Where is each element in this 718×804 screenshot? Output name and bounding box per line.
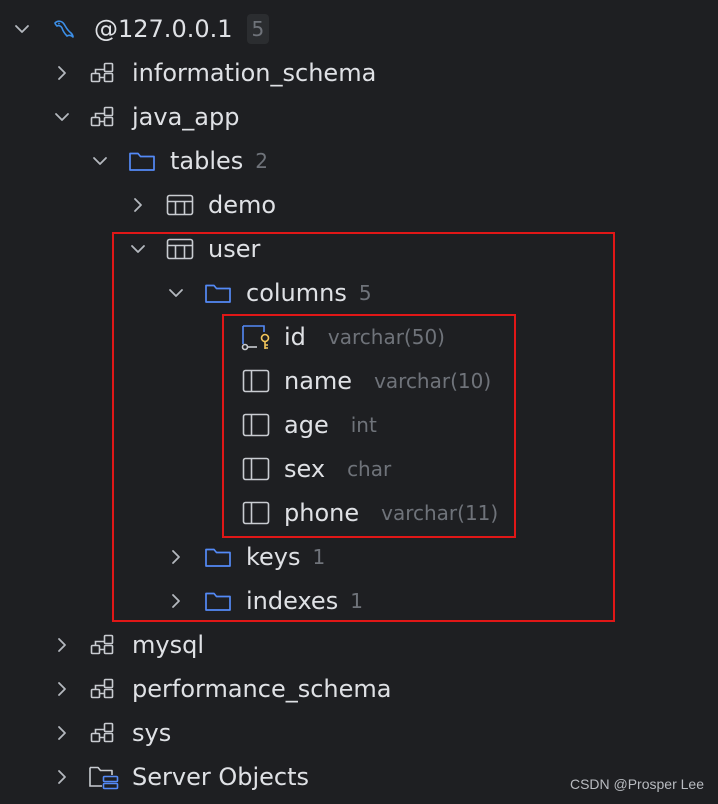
- folder-icon: [129, 152, 155, 171]
- schema-count-badge: 5: [246, 14, 270, 44]
- chevron-down-icon[interactable]: [12, 19, 32, 39]
- chevron-right-icon[interactable]: [52, 63, 72, 83]
- folder-name: columns: [246, 279, 347, 307]
- primary-key-column-icon: [241, 325, 270, 351]
- tree-node-sys[interactable]: sys: [0, 711, 718, 755]
- key-count: 1: [312, 545, 326, 569]
- chevron-down-icon[interactable]: [90, 151, 110, 171]
- folder-icon: [205, 548, 231, 567]
- folder-icon: [205, 592, 231, 611]
- schema-icon: [90, 634, 114, 655]
- chevron-right-icon[interactable]: [52, 767, 72, 787]
- column-type: varchar(10): [374, 369, 492, 393]
- schema-name: mysql: [132, 631, 204, 659]
- table-count: 2: [255, 149, 269, 173]
- server-objects-label: Server Objects: [132, 763, 309, 791]
- column-name: id: [284, 323, 306, 351]
- column-type: char: [347, 457, 392, 481]
- tree-node-mysql[interactable]: mysql: [0, 623, 718, 667]
- chevron-right-icon[interactable]: [52, 635, 72, 655]
- tree-node-tables[interactable]: tables 2: [0, 139, 718, 183]
- tree-node-indexes[interactable]: indexes 1: [0, 579, 718, 623]
- tree-node-information-schema[interactable]: information_schema: [0, 51, 718, 95]
- column-type: varchar(50): [327, 325, 445, 349]
- schema-icon: [90, 722, 114, 743]
- host-name: @127.0.0.1: [94, 15, 233, 43]
- root-label: @127.0.0.1 5: [94, 7, 270, 51]
- tree-node-java-app[interactable]: java_app: [0, 95, 718, 139]
- column-name: name: [284, 367, 353, 395]
- chevron-down-icon[interactable]: [52, 107, 72, 127]
- schema-name: java_app: [132, 103, 240, 131]
- column-icon: [242, 369, 270, 393]
- column-icon: [242, 413, 270, 437]
- tree-node-performance-schema[interactable]: performance_schema: [0, 667, 718, 711]
- column-row-id[interactable]: id varchar(50): [0, 315, 718, 359]
- mysql-dolphin-icon: [54, 20, 74, 38]
- folder-icon: [205, 284, 231, 303]
- tree-node-keys[interactable]: keys 1: [0, 535, 718, 579]
- schema-name: sys: [132, 719, 172, 747]
- schema-icon: [90, 62, 114, 83]
- schema-icon: [90, 678, 114, 699]
- column-row-name[interactable]: name varchar(10): [0, 359, 718, 403]
- column-row-phone[interactable]: phone varchar(11): [0, 491, 718, 535]
- tree-node-demo[interactable]: demo: [0, 183, 718, 227]
- column-icon: [242, 501, 270, 525]
- folder-name: keys: [246, 543, 301, 571]
- chevron-right-icon[interactable]: [166, 591, 186, 611]
- column-row-sex[interactable]: sex char: [0, 447, 718, 491]
- table-name: user: [208, 235, 261, 263]
- tree-node-user[interactable]: user: [0, 227, 718, 271]
- schema-name: information_schema: [132, 59, 377, 87]
- tree-node-columns[interactable]: columns 5: [0, 271, 718, 315]
- table-name: demo: [208, 191, 277, 219]
- column-type: varchar(11): [381, 501, 499, 525]
- column-name: age: [284, 411, 329, 439]
- tree-node-root[interactable]: @127.0.0.1 5: [0, 7, 718, 51]
- column-count: 5: [358, 281, 372, 305]
- server-objects-icon: [89, 766, 119, 790]
- column-icon: [242, 457, 270, 481]
- schema-icon: [90, 106, 114, 127]
- column-name: phone: [284, 499, 360, 527]
- chevron-down-icon[interactable]: [166, 283, 186, 303]
- index-count: 1: [350, 589, 363, 613]
- column-name: sex: [284, 455, 326, 483]
- chevron-right-icon[interactable]: [166, 547, 186, 567]
- chevron-down-icon[interactable]: [128, 239, 148, 259]
- chevron-right-icon[interactable]: [52, 723, 72, 743]
- chevron-right-icon[interactable]: [128, 195, 148, 215]
- folder-name: tables: [170, 147, 244, 175]
- database-tree: @127.0.0.1 5 information_schema java_app…: [0, 7, 718, 799]
- column-row-age[interactable]: age int: [0, 403, 718, 447]
- watermark: CSDN @Prosper Lee: [569, 776, 704, 792]
- schema-name: performance_schema: [132, 675, 392, 703]
- column-type: int: [350, 413, 377, 437]
- chevron-right-icon[interactable]: [52, 679, 72, 699]
- table-icon: [166, 238, 194, 260]
- table-icon: [166, 194, 194, 216]
- folder-name: indexes: [246, 587, 339, 615]
